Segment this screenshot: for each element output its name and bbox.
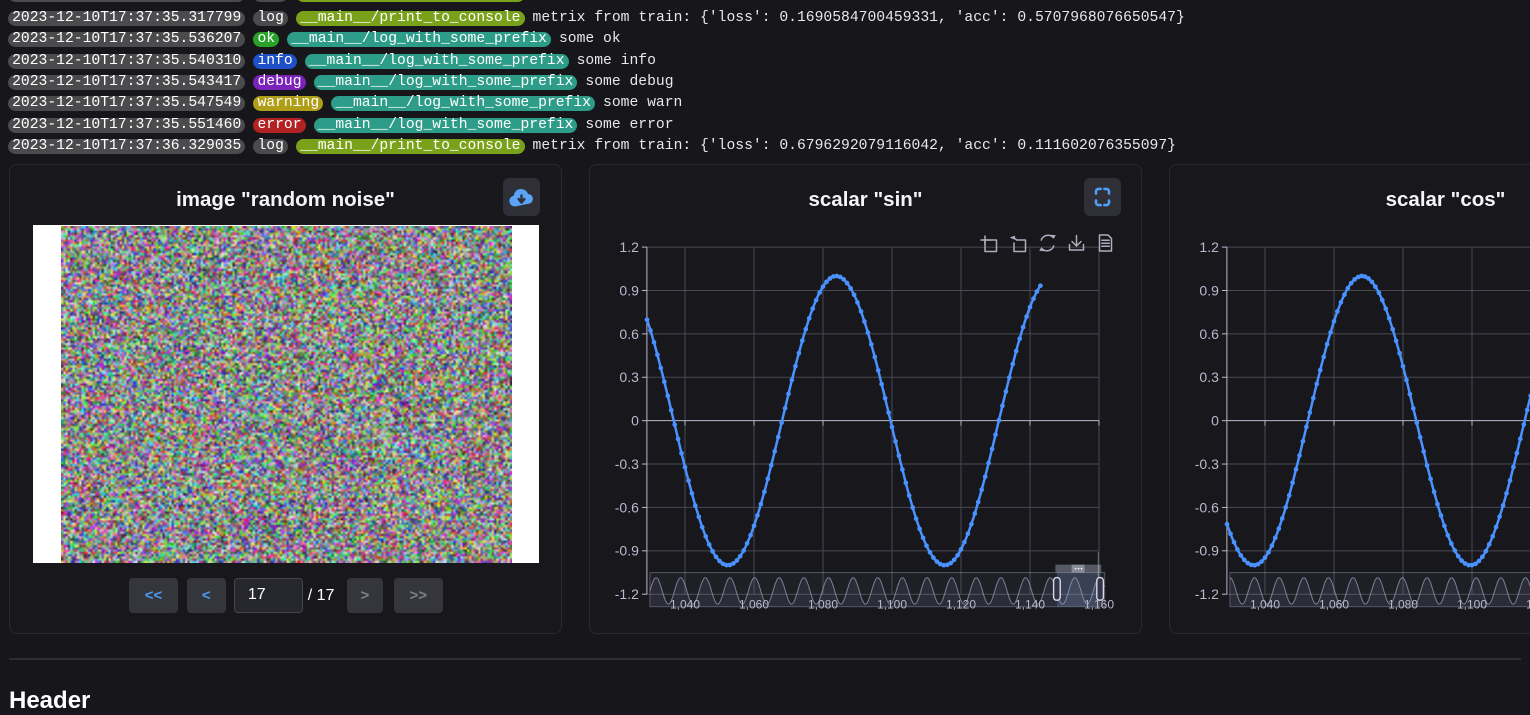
svg-text:-0.3: -0.3 xyxy=(615,456,639,472)
svg-text:0.6: 0.6 xyxy=(619,326,639,342)
svg-text:1,100: 1,100 xyxy=(877,598,907,612)
svg-text:0.3: 0.3 xyxy=(1199,369,1219,385)
svg-text:0.9: 0.9 xyxy=(1199,282,1219,298)
svg-text:0.9: 0.9 xyxy=(619,282,639,298)
svg-text:1.2: 1.2 xyxy=(619,239,639,255)
svg-text:0: 0 xyxy=(631,413,639,429)
svg-text:1,040: 1,040 xyxy=(1250,598,1280,612)
svg-text:-0.3: -0.3 xyxy=(1195,456,1219,472)
svg-text:1,080: 1,080 xyxy=(1388,598,1418,612)
svg-text:-0.9: -0.9 xyxy=(1195,543,1219,559)
svg-text:0: 0 xyxy=(1211,413,1219,429)
svg-text:-1.2: -1.2 xyxy=(1195,586,1219,602)
svg-text:1,100: 1,100 xyxy=(1457,598,1487,612)
svg-text:-0.9: -0.9 xyxy=(615,543,639,559)
svg-text:1,080: 1,080 xyxy=(808,598,838,612)
svg-text:1,040: 1,040 xyxy=(670,598,700,612)
svg-text:1.2: 1.2 xyxy=(1199,239,1219,255)
svg-text:1,140: 1,140 xyxy=(1015,598,1045,612)
svg-text:1,120: 1,120 xyxy=(1526,598,1530,612)
svg-text:-0.6: -0.6 xyxy=(615,499,639,515)
svg-text:1,060: 1,060 xyxy=(1319,598,1349,612)
svg-text:-0.6: -0.6 xyxy=(1195,499,1219,515)
svg-text:1,160: 1,160 xyxy=(1084,598,1114,612)
svg-text:-1.2: -1.2 xyxy=(615,586,639,602)
svg-text:0.3: 0.3 xyxy=(619,369,639,385)
svg-text:1,060: 1,060 xyxy=(739,598,769,612)
svg-text:1,120: 1,120 xyxy=(946,598,976,612)
svg-text:0.6: 0.6 xyxy=(1199,326,1219,342)
